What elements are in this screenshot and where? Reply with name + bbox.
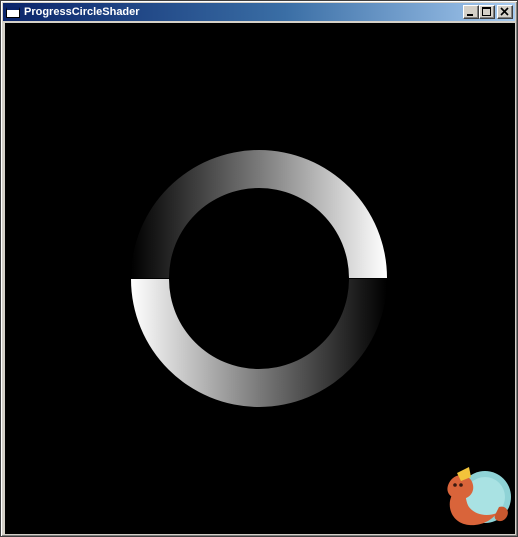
app-window: ProgressCircleShader <box>0 0 518 537</box>
app-window-icon[interactable] <box>6 6 20 18</box>
close-button[interactable] <box>497 5 513 19</box>
maximize-button[interactable] <box>479 5 495 19</box>
window-title: ProgressCircleShader <box>24 6 140 18</box>
ring-upper-segment <box>131 150 387 278</box>
maximize-icon <box>482 7 491 16</box>
window-controls <box>463 5 513 19</box>
platypus-mascot-icon <box>447 467 511 526</box>
title-bar[interactable]: ProgressCircleShader <box>3 3 515 21</box>
close-icon <box>500 7 509 16</box>
render-canvas[interactable] <box>5 23 515 534</box>
ring-lower-segment <box>131 279 387 407</box>
minimize-button[interactable] <box>463 5 479 19</box>
minimize-icon <box>467 14 473 16</box>
progress-ring <box>131 150 387 407</box>
